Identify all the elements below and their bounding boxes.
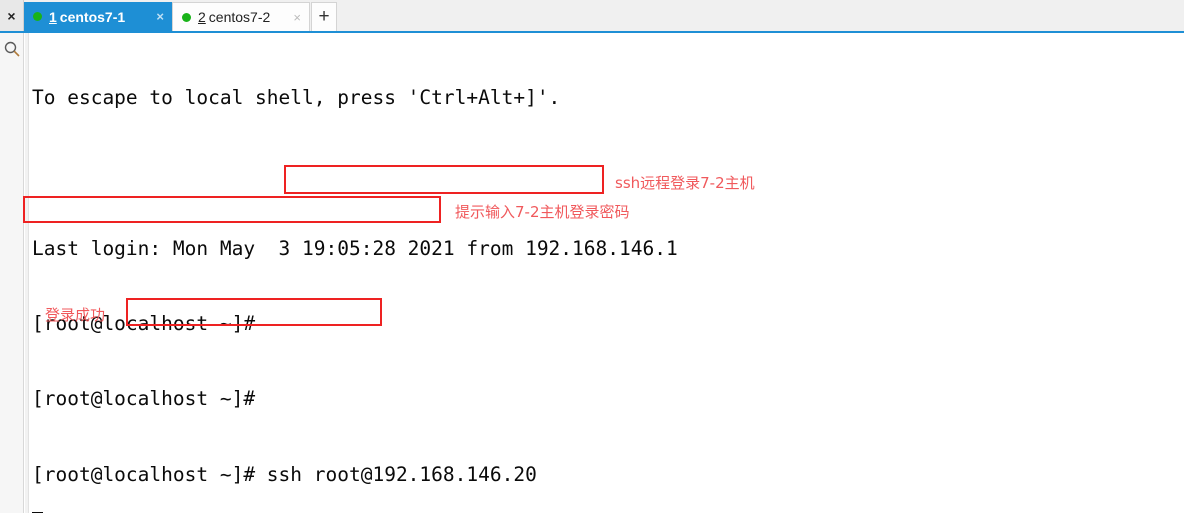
annotation-label-password-prompt: 提示输入7-2主机登录密码 xyxy=(455,203,630,221)
terminal-line: [root@localhost ~]# ssh root@192.168.146… xyxy=(32,462,537,486)
left-sidebar xyxy=(0,33,24,513)
annotation-label-inet-address: 登录成功 xyxy=(45,306,106,324)
terminal-line: Last login: Mon May 3 19:05:28 2021 from… xyxy=(32,236,678,260)
terminal-line: [root@localhost ~]# xyxy=(32,312,256,336)
search-icon[interactable] xyxy=(3,40,21,58)
tab-status-dot xyxy=(182,12,191,22)
tab-number: 1 xyxy=(49,8,57,25)
tab-label: centos7-2 xyxy=(208,9,271,25)
terminal-line: [root@localhost ~]# xyxy=(32,387,256,411)
tab-number: 2 xyxy=(198,9,206,25)
tab-status-dot xyxy=(33,12,42,21)
tab-centos7-1[interactable]: 1 centos7-1 × xyxy=(24,2,172,31)
add-tab-button[interactable]: + xyxy=(311,2,337,31)
tab-centos7-2[interactable]: 2 centos7-2 × xyxy=(172,2,310,31)
tab-close-icon[interactable]: × xyxy=(152,10,168,23)
annotation-label-ssh-command: ssh远程登录7-2主机 xyxy=(615,174,755,192)
terminal-line: To escape to local shell, press 'Ctrl+Al… xyxy=(32,86,561,110)
terminal-output-area[interactable]: To escape to local shell, press 'Ctrl+Al… xyxy=(25,33,1184,513)
terminal-text: To escape to local shell, press 'Ctrl+Al… xyxy=(32,35,936,513)
tab-bar: × 1 centos7-1 × 2 centos7-2 × + xyxy=(0,0,1184,33)
close-icon[interactable]: × xyxy=(0,0,24,31)
tab-label: centos7-1 xyxy=(59,8,126,25)
tab-close-icon[interactable]: × xyxy=(289,11,305,24)
terminal-left-margin xyxy=(25,33,29,513)
